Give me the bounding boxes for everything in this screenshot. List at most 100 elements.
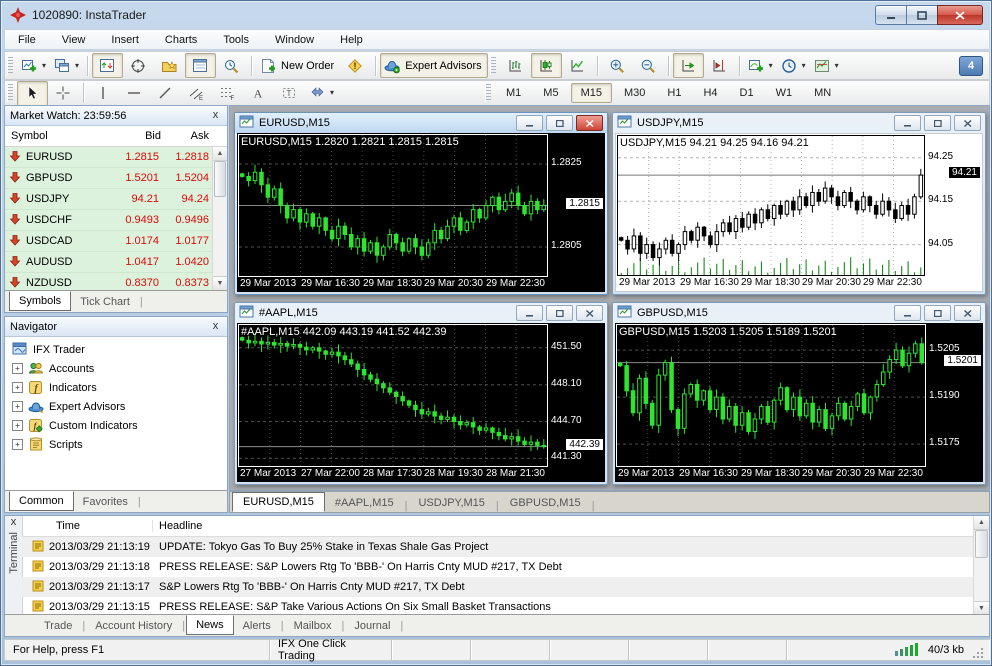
new-chart-button[interactable]: ▾ — [17, 53, 50, 78]
tree-item-expert-advisors[interactable]: + Expert Advisors — [5, 397, 227, 416]
timeframe-m1[interactable]: M1 — [496, 83, 531, 103]
chart-close-button[interactable] — [954, 115, 981, 131]
line-chart-button[interactable] — [562, 53, 593, 78]
column-bid[interactable]: Bid — [107, 130, 161, 142]
chart-restore-button[interactable] — [924, 305, 951, 321]
chart-close-button[interactable] — [954, 305, 981, 321]
terminal-tab-mailbox[interactable]: Mailbox — [285, 617, 341, 635]
terminal-scrollbar[interactable]: ▲ ▼ — [973, 516, 989, 615]
market-watch-row-audusd[interactable]: AUDUSD 1.0417 1.0420 — [5, 252, 213, 273]
navigator-close-icon[interactable]: x — [209, 320, 222, 333]
chart-window-titlebar[interactable]: #AAPL,M15 — [235, 303, 607, 323]
expand-plus-icon[interactable]: + — [12, 420, 23, 431]
timeframe-m15[interactable]: M15 — [570, 83, 612, 103]
terminal-tab-account-history[interactable]: Account History — [86, 617, 181, 635]
menu-view[interactable]: View — [49, 31, 99, 49]
chart-plot-area[interactable] — [238, 134, 548, 277]
close-button[interactable] — [937, 5, 983, 25]
expand-plus-icon[interactable]: + — [12, 382, 23, 393]
navigator-button[interactable] — [185, 53, 217, 78]
column-ask[interactable]: Ask — [161, 130, 213, 142]
chart-window-usdjpy-m15[interactable]: USDJPY,M15 USDJPY,M15 94.21 94.25 94.16 9… — [612, 112, 986, 295]
chart-tab-aapl-m15[interactable]: #AAPL,M15 — [325, 494, 404, 512]
chart-body[interactable]: #AAPL,M15 442.09 443.19 441.52 442.39 451… — [237, 323, 605, 482]
dropdown-caret-icon[interactable]: ▾ — [42, 61, 46, 70]
auto-scroll-button[interactable] — [672, 53, 704, 78]
tree-item-scripts[interactable]: + Scripts — [5, 435, 227, 454]
toolbar-grip[interactable] — [7, 56, 13, 75]
market-watch-button[interactable] — [92, 53, 124, 78]
expand-plus-icon[interactable]: + — [12, 439, 23, 450]
cursor-button[interactable] — [17, 80, 48, 106]
chart-shift-button[interactable] — [704, 53, 735, 78]
market-watch-row-usdjpy[interactable]: USDJPY 94.21 94.24 — [5, 189, 213, 210]
dropdown-caret-icon[interactable]: ▾ — [835, 61, 839, 70]
one-click-warning-button[interactable]: ! — [340, 53, 371, 78]
expert-advisors-button[interactable]: Expert Advisors — [380, 53, 488, 78]
chart-minimize-button[interactable] — [894, 305, 921, 321]
market-watch-row-usdcad[interactable]: USDCAD 1.0174 1.0177 — [5, 231, 213, 252]
terminal-close-icon[interactable]: x — [7, 516, 20, 529]
tab-favorites[interactable]: Favorites — [74, 493, 137, 511]
templates-button[interactable]: ▾ — [810, 53, 843, 78]
menu-file[interactable]: File — [5, 31, 49, 49]
chart-restore-button[interactable] — [924, 115, 951, 131]
maximize-button[interactable] — [906, 5, 937, 25]
tree-item-ifx-trader[interactable]: IFX Trader — [5, 340, 227, 359]
scroll-thumb[interactable] — [214, 161, 226, 197]
zoom-in-button[interactable] — [602, 53, 633, 78]
menu-window[interactable]: Window — [262, 31, 327, 49]
dropdown-caret-icon[interactable]: ▾ — [802, 61, 806, 70]
column-time[interactable]: Time — [22, 520, 153, 532]
dropdown-caret-icon[interactable]: ▾ — [330, 89, 334, 97]
timeframe-m5[interactable]: M5 — [533, 83, 568, 103]
chart-close-button[interactable] — [576, 305, 603, 321]
timeframe-w1[interactable]: W1 — [766, 83, 803, 103]
chart-minimize-button[interactable] — [516, 305, 543, 321]
chart-plot-area[interactable] — [616, 324, 926, 467]
terminal-tab-journal[interactable]: Journal — [345, 617, 399, 635]
timeframe-h1[interactable]: H1 — [657, 83, 691, 103]
chart-body[interactable]: EURUSD,M15 1.2820 1.2821 1.2815 1.2815 1.… — [237, 133, 605, 292]
expand-plus-icon[interactable]: + — [12, 401, 23, 412]
timeframe-d1[interactable]: D1 — [730, 83, 764, 103]
minimize-button[interactable] — [875, 5, 906, 25]
market-watch-row-eurusd[interactable]: EURUSD 1.2815 1.2818 — [5, 147, 213, 168]
chart-window-titlebar[interactable]: USDJPY,M15 — [613, 113, 985, 133]
terminal-tab-alerts[interactable]: Alerts — [234, 617, 280, 635]
chart-tab-eurusd-m15[interactable]: EURUSD,M15 — [232, 492, 325, 512]
zoom-out-button[interactable] — [633, 53, 664, 78]
hline-button[interactable] — [119, 81, 150, 106]
news-row[interactable]: 2013/03/29 21:13:18 PRESS RELEASE: S&P Lo… — [22, 557, 974, 577]
new-order-button[interactable]: New Order — [256, 53, 340, 78]
data-window-button[interactable] — [123, 53, 154, 78]
timeframe-m30[interactable]: M30 — [614, 83, 655, 103]
fibonacci-button[interactable]: F — [212, 81, 243, 106]
periods-button[interactable]: ▾ — [777, 53, 810, 78]
toolbar-grip[interactable] — [489, 56, 496, 75]
market-watch-row-gbpusd[interactable]: GBPUSD 1.5201 1.5204 — [5, 168, 213, 189]
indicators-button[interactable]: ▾ — [744, 53, 777, 78]
menu-insert[interactable]: Insert — [98, 31, 152, 49]
profiles-button[interactable]: ▾ — [50, 53, 83, 78]
chart-tab-gbpusd-m15[interactable]: GBPUSD,M15 — [500, 494, 591, 512]
chart-window-aapl-m15[interactable]: #AAPL,M15 #AAPL,M15 442.09 443.19 441.52 … — [234, 302, 608, 485]
channel-button[interactable]: E — [181, 81, 212, 106]
market-watch-row-nzdusd[interactable]: NZDUSD 0.8370 0.8373 — [5, 273, 213, 290]
bar-chart-button[interactable] — [500, 53, 531, 78]
strategy-tester-button[interactable] — [216, 53, 247, 78]
chart-window-titlebar[interactable]: GBPUSD,M15 — [613, 303, 985, 323]
chart-close-button[interactable] — [576, 115, 603, 131]
terminal-tab-trade[interactable]: Trade — [35, 617, 81, 635]
expand-plus-icon[interactable]: + — [12, 363, 23, 374]
tab-symbols[interactable]: Symbols — [9, 290, 72, 311]
chart-plot-area[interactable] — [617, 135, 925, 276]
menu-help[interactable]: Help — [327, 31, 376, 49]
market-watch-row-usdchf[interactable]: USDCHF 0.9493 0.9496 — [5, 210, 213, 231]
favorites-button[interactable] — [154, 53, 185, 78]
timeframe-mn[interactable]: MN — [804, 83, 841, 103]
chart-plot-area[interactable] — [238, 324, 548, 467]
toolbar-grip[interactable] — [7, 84, 13, 102]
tab-common[interactable]: Common — [9, 490, 74, 511]
news-row[interactable]: 2013/03/29 21:13:19 UPDATE: Tokyo Gas To … — [22, 537, 974, 557]
